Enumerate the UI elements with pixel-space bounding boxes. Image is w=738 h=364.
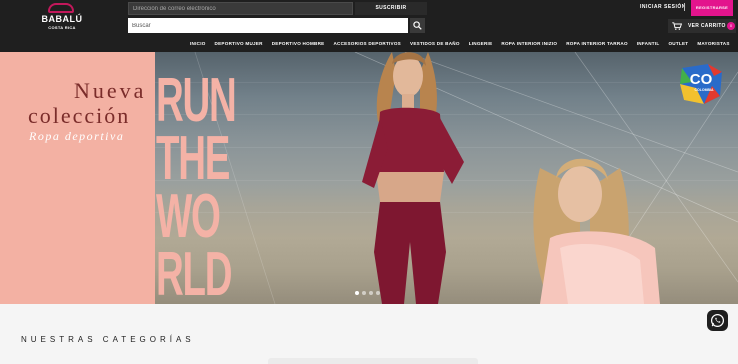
cart-count-badge: 0 bbox=[727, 22, 735, 30]
badge-subtext: COLOMBIA bbox=[694, 88, 714, 92]
colombia-badge: CO COLOMBIA bbox=[680, 64, 722, 104]
hero-headline-1: Nueva bbox=[74, 78, 147, 103]
login-link[interactable]: INICIAR SESIÓN bbox=[640, 4, 686, 10]
overlay-line: RLD bbox=[156, 240, 233, 305]
hero-headline-2: colección bbox=[28, 103, 131, 128]
nav-item-outlet[interactable]: OUTLET bbox=[668, 40, 688, 48]
overlay-line: RUN bbox=[156, 66, 237, 135]
nav-item-ropa-interior-tarrao[interactable]: ROPA INTERIOR TARRAO bbox=[566, 40, 628, 48]
carousel-dot[interactable] bbox=[369, 291, 373, 295]
nav-item-vestidos-de-bano[interactable]: VESTIDOS DE BAÑO bbox=[410, 40, 460, 48]
logo-subtitle: COSTA RICA bbox=[48, 25, 76, 30]
newsletter-email-input[interactable] bbox=[128, 2, 353, 15]
search-button[interactable] bbox=[410, 18, 425, 33]
category-card-top[interactable] bbox=[268, 358, 478, 364]
subscribe-button[interactable]: SUSCRIBIR bbox=[355, 2, 427, 15]
search-input[interactable] bbox=[128, 18, 408, 33]
cart-label: VER CARRITO bbox=[688, 23, 726, 29]
carousel-dot[interactable] bbox=[362, 291, 366, 295]
categories-section: NUESTRAS CATEGORÍAS bbox=[0, 304, 738, 364]
cart-icon bbox=[672, 22, 682, 30]
nav-item-inicio[interactable]: INICIO bbox=[190, 40, 206, 48]
carousel-dot[interactable] bbox=[376, 291, 380, 295]
hero-headline-3: Ropa deportiva bbox=[29, 129, 125, 143]
nav-item-deportivo-mujer[interactable]: DEPORTIVO MUJER bbox=[215, 40, 263, 48]
main-nav: INICIO DEPORTIVO MUJER DEPORTIVO HOMBRE … bbox=[190, 40, 738, 48]
nav-item-accesorios-deportivos[interactable]: ACCESORIOS DEPORTIVOS bbox=[333, 40, 401, 48]
site-header: BABALÚ COSTA RICA SUSCRIBIR INICIAR SESI… bbox=[0, 0, 738, 52]
nav-item-lingerie[interactable]: LINGERIE bbox=[469, 40, 493, 48]
carousel-dot[interactable] bbox=[355, 291, 359, 295]
model-image-1 bbox=[362, 52, 464, 304]
nav-item-ropa-interior-inizio[interactable]: ROPA INTERIOR INIZIO bbox=[501, 40, 557, 48]
hero-banner[interactable]: RUN THE WO RLD Nueva colección Ropa depo… bbox=[0, 52, 738, 304]
brand-logo[interactable]: BABALÚ COSTA RICA bbox=[40, 3, 84, 31]
logo-text: BABALÚ bbox=[41, 14, 83, 24]
badge-text: CO bbox=[690, 71, 713, 88]
whatsapp-button[interactable] bbox=[707, 310, 728, 331]
whatsapp-icon bbox=[710, 313, 725, 328]
divider bbox=[684, 3, 685, 11]
nav-item-deportivo-hombre[interactable]: DEPORTIVO HOMBRE bbox=[272, 40, 325, 48]
logo-mark bbox=[48, 3, 74, 13]
overlay-line: THE bbox=[156, 124, 230, 193]
model-image-2 bbox=[533, 158, 660, 304]
hero-overlay-text: RUN THE WO RLD bbox=[156, 66, 292, 305]
search-icon bbox=[413, 21, 422, 30]
cart-button[interactable]: VER CARRITO 0 bbox=[668, 19, 736, 33]
register-button[interactable]: REGISTRARSE bbox=[691, 0, 733, 16]
nav-item-infantil[interactable]: INFANTIL bbox=[637, 40, 660, 48]
section-title: NUESTRAS CATEGORÍAS bbox=[21, 335, 195, 344]
overlay-line: WO bbox=[156, 182, 221, 251]
nav-item-mayoristas[interactable]: MAYORISTAS bbox=[697, 40, 729, 48]
carousel-dots bbox=[355, 291, 380, 295]
